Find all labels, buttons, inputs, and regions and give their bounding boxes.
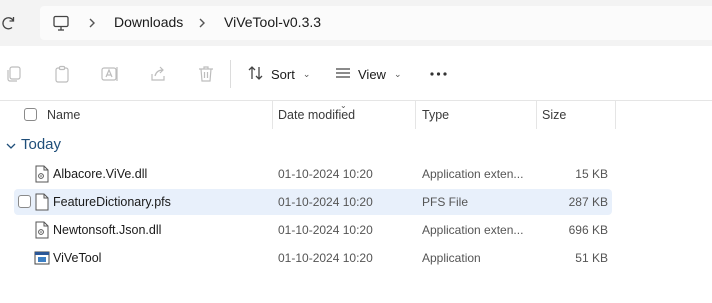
chevron-right-icon[interactable]	[196, 16, 208, 30]
column-divider[interactable]	[615, 101, 616, 129]
column-header-row: Name ⌄ Date modified Type Size	[0, 101, 712, 129]
file-name: Newtonsoft.Json.dll	[53, 223, 162, 237]
refresh-icon[interactable]	[0, 12, 20, 34]
group-label: Today	[21, 136, 62, 153]
sort-label: Sort	[271, 66, 295, 82]
chevron-down-icon: ⌄	[393, 68, 402, 79]
file-date-modified: 01-10-2024 10:20	[278, 223, 373, 237]
file-name: ViVeTool	[53, 251, 102, 265]
dll-file-icon	[34, 221, 50, 239]
file-type: Application	[422, 251, 481, 265]
this-pc-icon[interactable]	[52, 14, 70, 32]
file-type: Application exten...	[422, 223, 524, 237]
file-row[interactable]: Newtonsoft.Json.dll 01-10-2024 10:20 App…	[14, 217, 612, 243]
sort-icon	[247, 64, 265, 85]
breadcrumb-downloads[interactable]: Downloads	[114, 14, 183, 30]
command-bar: Sort ⌄ View ⌄	[0, 46, 712, 101]
file-name: FeatureDictionary.pfs	[53, 195, 171, 209]
column-header-type[interactable]: Type	[422, 108, 449, 122]
view-button[interactable]: View ⌄	[334, 62, 402, 86]
chevron-down-icon: ⌄	[302, 68, 311, 79]
view-label: View	[358, 66, 386, 82]
breadcrumb-vivetool-folder[interactable]: ViVeTool-v0.3.3	[224, 14, 321, 30]
column-header-date-modified[interactable]: Date modified	[278, 108, 355, 122]
file-date-modified: 01-10-2024 10:20	[278, 195, 373, 209]
rename-icon[interactable]	[100, 64, 120, 84]
copy-icon[interactable]	[4, 64, 24, 84]
file-size: 696 KB	[568, 223, 608, 237]
column-divider[interactable]	[415, 101, 416, 129]
more-options-icon[interactable]	[428, 62, 452, 86]
address-row: Downloads ViVeTool-v0.3.3	[0, 0, 712, 46]
toolbar-divider	[230, 60, 231, 88]
file-name: Albacore.ViVe.dll	[53, 167, 148, 181]
chevron-right-icon[interactable]	[86, 16, 98, 30]
file-row[interactable]: ViVeTool 01-10-2024 10:20 Application 51…	[14, 245, 612, 271]
column-divider[interactable]	[536, 101, 537, 129]
file-row[interactable]: Albacore.ViVe.dll 01-10-2024 10:20 Appli…	[14, 161, 612, 187]
column-header-size[interactable]: Size	[542, 108, 566, 122]
file-size: 15 KB	[575, 167, 608, 181]
file-type: Application exten...	[422, 167, 524, 181]
file-date-modified: 01-10-2024 10:20	[278, 167, 373, 181]
select-all-checkbox[interactable]	[24, 108, 37, 121]
generic-file-icon	[34, 193, 50, 211]
view-icon	[334, 64, 352, 85]
chevron-down-icon[interactable]	[5, 139, 17, 151]
column-header-name[interactable]: Name	[47, 108, 80, 122]
file-date-modified: 01-10-2024 10:20	[278, 251, 373, 265]
delete-icon[interactable]	[196, 64, 216, 84]
file-explorer-window: Downloads ViVeTool-v0.3.3 Sort ⌄ View ⌄ …	[0, 0, 712, 303]
column-divider[interactable]	[272, 101, 273, 129]
file-row[interactable]: FeatureDictionary.pfs 01-10-2024 10:20 P…	[14, 189, 612, 215]
row-checkbox[interactable]	[18, 195, 31, 208]
share-icon[interactable]	[148, 64, 168, 84]
file-size: 287 KB	[568, 195, 608, 209]
file-type: PFS File	[422, 195, 469, 209]
application-icon	[34, 249, 50, 267]
dll-file-icon	[34, 165, 50, 183]
address-bar[interactable]: Downloads ViVeTool-v0.3.3	[40, 6, 712, 40]
sort-button[interactable]: Sort ⌄	[247, 62, 310, 86]
file-size: 51 KB	[575, 251, 608, 265]
paste-icon[interactable]	[52, 64, 72, 84]
